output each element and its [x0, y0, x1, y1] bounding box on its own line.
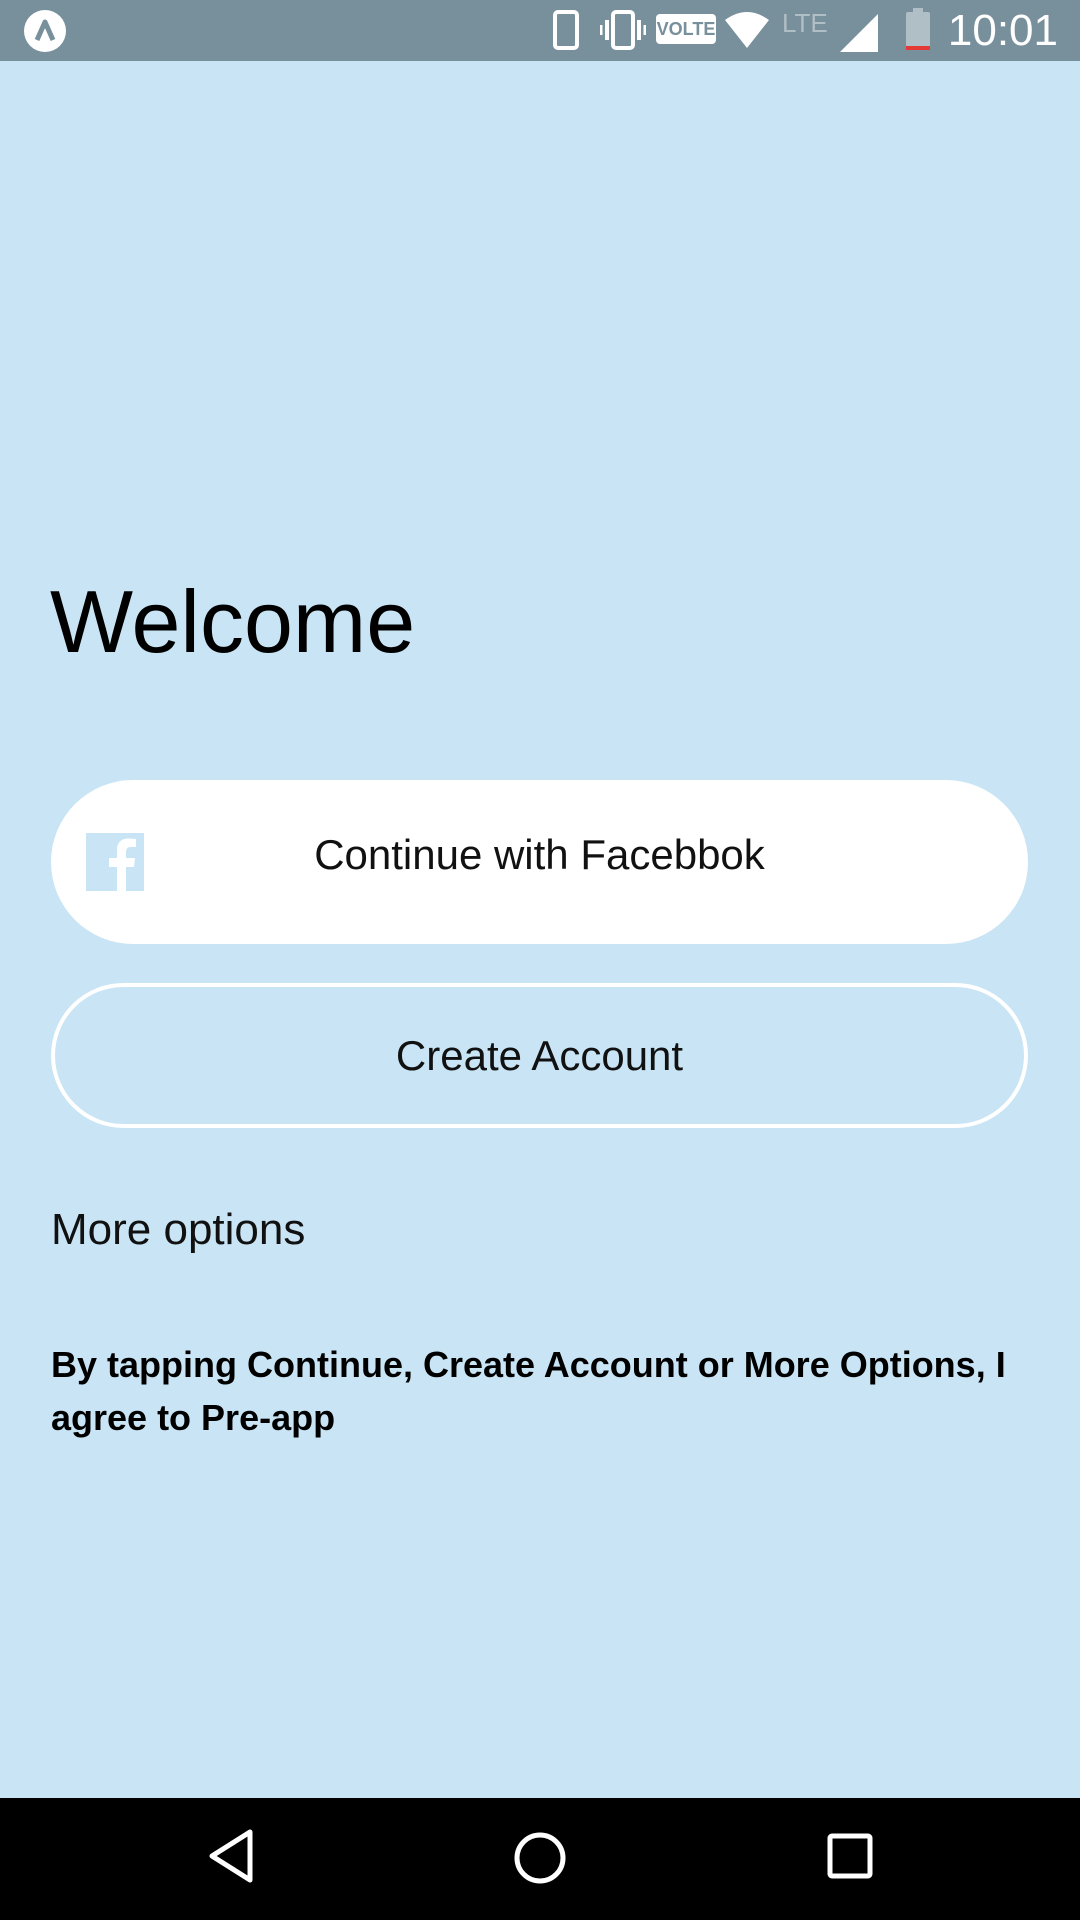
create-account-label: Create Account	[395, 1032, 684, 1079]
phone-icon	[553, 10, 579, 50]
lte-icon: LTE	[782, 8, 828, 38]
create-account-button[interactable]: Create Account	[51, 983, 1028, 1128]
status-time: 10:01	[947, 6, 1058, 55]
recents-icon[interactable]	[826, 1832, 874, 1880]
navigation-bar	[0, 1798, 1080, 1920]
home-icon[interactable]	[512, 1830, 568, 1886]
welcome-screen: VOLTE LTE 10:01 Welcome Continue with Fa…	[0, 0, 1080, 1920]
wifi-icon	[725, 12, 769, 48]
app-badge-icon	[24, 10, 66, 52]
volte-icon: VOLTE	[656, 14, 716, 44]
cell-signal-icon	[840, 14, 878, 52]
battery-icon	[906, 8, 930, 50]
page-title: Welcome	[50, 572, 416, 671]
status-bar: VOLTE LTE 10:01	[0, 0, 1080, 61]
continue-with-facebook-button[interactable]: Continue with Facebbok	[51, 780, 1028, 944]
vibrate-icon	[600, 10, 646, 50]
more-options-link[interactable]: More options	[51, 1200, 305, 1260]
back-icon[interactable]	[206, 1828, 256, 1884]
facebook-button-label: Continue with Facebbok	[314, 831, 765, 878]
terms-text: By tapping Continue, Create Account or M…	[51, 1344, 1006, 1438]
